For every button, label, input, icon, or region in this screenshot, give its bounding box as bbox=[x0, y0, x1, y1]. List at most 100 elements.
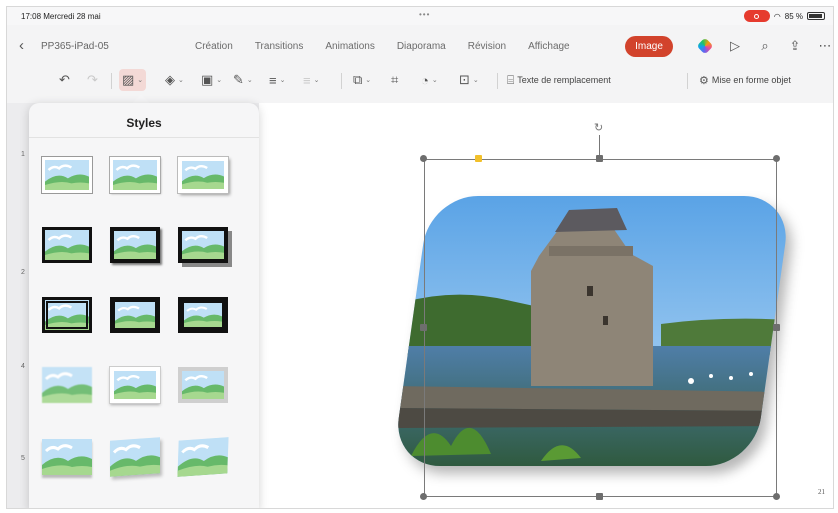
replace-button[interactable]: ⊡ ⌄ bbox=[459, 69, 479, 91]
battery-icon bbox=[807, 12, 825, 20]
style-preview-icon bbox=[110, 297, 160, 333]
format-object-label: Mise en forme objet bbox=[711, 75, 791, 85]
style-option-heavy-black-shadow[interactable] bbox=[173, 221, 233, 269]
tab-diaporama[interactable]: Diaporama bbox=[397, 41, 446, 52]
tab-creation[interactable]: Création bbox=[195, 41, 233, 52]
resize-handle-bottom[interactable] bbox=[596, 493, 603, 500]
style-option-white-bevel[interactable] bbox=[105, 361, 165, 409]
styles-popover: Styles bbox=[29, 103, 259, 508]
style-preview-icon bbox=[178, 157, 228, 193]
style-preview-icon bbox=[110, 437, 160, 477]
style-preview-icon bbox=[42, 297, 92, 333]
rotate-handle-icon[interactable]: ↻ bbox=[594, 121, 603, 134]
resize-handle-bl[interactable] bbox=[420, 493, 427, 500]
document-title[interactable]: PP365-iPad-05 bbox=[41, 41, 109, 52]
status-time: 17:08 Mercredi 28 mai bbox=[21, 12, 101, 21]
style-option-soft-edge-blur[interactable] bbox=[37, 361, 97, 409]
play-icon[interactable]: ▷ bbox=[727, 38, 743, 54]
style-preview-icon bbox=[110, 157, 160, 193]
style-option-black-frame-shadow[interactable] bbox=[105, 221, 165, 269]
resize-handle-tr[interactable] bbox=[773, 155, 780, 162]
shape-icon: ◔ bbox=[421, 72, 429, 88]
header-actions: ▷ ⌕ ⇪ ⋯ bbox=[696, 37, 833, 55]
search-icon[interactable]: ⌕ bbox=[757, 38, 773, 54]
redo-icon[interactable]: ↷ bbox=[87, 69, 98, 91]
crop-icon: ⌗ bbox=[391, 72, 399, 87]
picture-effects-button[interactable]: ◈ ⌄ bbox=[165, 69, 184, 91]
style-option-double-frame-black[interactable] bbox=[37, 291, 97, 339]
styles-title: Styles bbox=[126, 116, 162, 130]
arrange-button[interactable]: ⧉ ⌄ bbox=[353, 69, 371, 91]
resize-handle-top[interactable] bbox=[596, 155, 603, 162]
wifi-icon: ◠ bbox=[773, 11, 781, 21]
align-icon: ≡ bbox=[269, 72, 277, 88]
style-option-soft-edge-rectangle[interactable] bbox=[105, 151, 165, 199]
style-preview-icon bbox=[42, 367, 92, 403]
undo-icon[interactable]: ↶ bbox=[59, 69, 70, 91]
style-option-shadow-rectangle[interactable] bbox=[173, 151, 233, 199]
tab-revision[interactable]: Révision bbox=[468, 41, 506, 52]
resize-handle-tl[interactable] bbox=[420, 155, 427, 162]
replace-icon: ⊡ bbox=[459, 72, 470, 87]
alt-text-button[interactable]: ⌸ Texte de remplacement bbox=[507, 69, 611, 91]
picture-styles-icon: ▨ bbox=[122, 72, 135, 87]
adjust-handle[interactable] bbox=[475, 155, 482, 162]
ruler-mark: 1 bbox=[21, 151, 25, 158]
format-object-button[interactable]: ⚙ Mise en forme objet bbox=[699, 69, 791, 91]
status-bar: 17:08 Mercredi 28 mai ••• ◠ 85 % bbox=[7, 7, 833, 25]
resize-handle-left[interactable] bbox=[420, 324, 427, 331]
spacing-icon: ≡ bbox=[303, 72, 311, 88]
crop-button[interactable]: ⌗ bbox=[391, 69, 398, 91]
style-preview-icon bbox=[178, 227, 228, 263]
style-option-rotated-white[interactable] bbox=[173, 433, 233, 481]
battery-percent: 85 % bbox=[784, 11, 803, 21]
align-button[interactable]: ≡ ⌄ bbox=[269, 69, 285, 91]
shape-button[interactable]: ◔ ⌄ bbox=[421, 69, 438, 91]
style-option-perspective-shadow[interactable] bbox=[105, 433, 165, 481]
tab-animations[interactable]: Animations bbox=[325, 41, 374, 52]
style-preview-icon bbox=[42, 227, 92, 263]
style-preview-icon bbox=[42, 157, 92, 193]
alt-text-icon: ⌸ bbox=[507, 72, 515, 87]
resize-handle-right[interactable] bbox=[773, 324, 780, 331]
tab-image[interactable]: Image bbox=[625, 36, 673, 57]
style-preview-icon bbox=[178, 367, 228, 403]
picture-styles-button[interactable]: ▨ ⌄ bbox=[119, 69, 147, 91]
style-option-compound-frame-black[interactable] bbox=[173, 291, 233, 339]
style-preview-icon bbox=[110, 367, 160, 403]
back-chevron-icon[interactable]: ‹ bbox=[19, 37, 24, 54]
ipad-screen: 17:08 Mercredi 28 mai ••• ◠ 85 % ‹ PP365… bbox=[6, 6, 834, 509]
copilot-icon[interactable] bbox=[696, 37, 714, 55]
picture-effects-icon: ◈ bbox=[165, 72, 175, 87]
picture-toolbar: ↶ ↷ ▨ ⌄ ◈ ⌄ ▣ ⌄ ✎ ⌄ ≡ ⌄ ≡ ⌄ ⧉ ⌄ ⌗ ◔ ⌄ ⊡ ⌄ ⌸ Texte… bbox=[7, 65, 833, 95]
alt-text-label: Texte de remplacement bbox=[517, 75, 611, 85]
ribbon-tabs: Création Transitions Animations Diaporam… bbox=[195, 41, 570, 52]
tab-transitions[interactable]: Transitions bbox=[255, 41, 304, 52]
style-option-beveled-matte-gray[interactable] bbox=[173, 361, 233, 409]
share-icon[interactable]: ⇪ bbox=[787, 38, 803, 54]
style-option-thick-black-frame[interactable] bbox=[37, 221, 97, 269]
status-indicators: ◠ 85 % bbox=[743, 10, 825, 22]
style-option-reflected-rectangle[interactable] bbox=[37, 433, 97, 481]
arrange-icon: ⧉ bbox=[353, 72, 363, 87]
style-preview-icon bbox=[177, 437, 229, 477]
style-preview-icon bbox=[178, 297, 228, 333]
style-preview-icon bbox=[110, 227, 160, 263]
tab-affichage[interactable]: Affichage bbox=[528, 41, 570, 52]
screen-recording-icon[interactable] bbox=[743, 10, 770, 22]
style-preview-icon bbox=[42, 439, 92, 475]
picture-border-button[interactable]: ▣ ⌄ bbox=[201, 69, 222, 91]
ribbon-tabs-row: ‹ PP365-iPad-05 Création Transitions Ani… bbox=[7, 35, 833, 59]
slide-number: 21 bbox=[818, 488, 825, 496]
picture-border-icon: ▣ bbox=[201, 72, 214, 87]
selection-box bbox=[424, 159, 777, 497]
format-object-icon: ⚙ bbox=[699, 74, 709, 87]
style-option-thick-matte-black[interactable] bbox=[105, 291, 165, 339]
spacing-button[interactable]: ≡ ⌄ bbox=[303, 69, 319, 91]
pen-button[interactable]: ✎ ⌄ bbox=[233, 69, 253, 91]
multitask-dots[interactable]: ••• bbox=[419, 10, 430, 19]
resize-handle-br[interactable] bbox=[773, 493, 780, 500]
more-icon[interactable]: ⋯ bbox=[817, 38, 833, 54]
style-option-simple-frame-white[interactable] bbox=[37, 151, 97, 199]
ruler-mark: 4 bbox=[21, 363, 25, 370]
